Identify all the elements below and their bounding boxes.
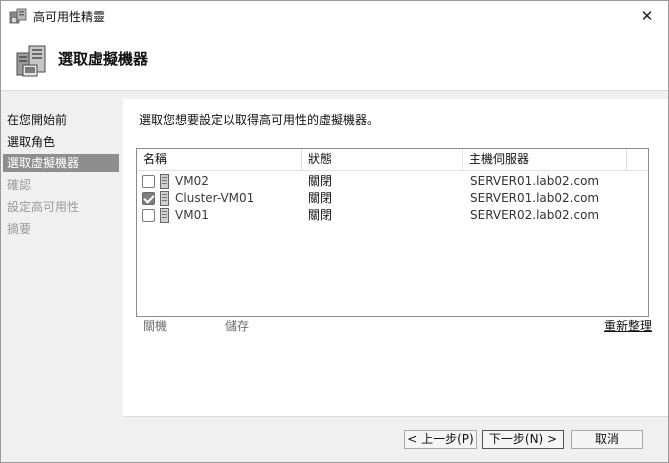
header-band: 選取虛擬機器 <box>1 31 668 91</box>
vm-state: 關閉 <box>308 191 333 205</box>
table-row[interactable]: Cluster-VM01 關閉 SERVER01.lab02.com <box>137 190 648 207</box>
page-title: 選取虛擬機器 <box>58 50 149 68</box>
vm-list: 名稱 狀態 主機伺服器 VM02 關閉 SERVER01.lab02.com C… <box>136 148 649 317</box>
column-header-state[interactable]: 狀態 <box>302 149 463 171</box>
column-header-name[interactable]: 名稱 <box>137 149 302 171</box>
nav-item-select-role[interactable]: 選取角色 <box>3 133 119 151</box>
row-checkbox[interactable] <box>142 209 155 222</box>
vm-icon <box>160 191 169 206</box>
vm-name: VM01 <box>175 208 209 222</box>
row-checkbox[interactable] <box>142 175 155 188</box>
title-bar: 高可用性精靈 ✕ <box>1 1 668 31</box>
vm-host: SERVER01.lab02.com <box>470 174 600 188</box>
server-cluster-icon <box>16 45 46 77</box>
nav-item-summary: 摘要 <box>7 222 32 236</box>
vm-state: 關閉 <box>308 208 333 222</box>
row-checkbox[interactable] <box>142 192 155 205</box>
nav-item-configure-ha: 設定高可用性 <box>7 200 80 214</box>
app-icon <box>9 8 27 24</box>
column-header-host[interactable]: 主機伺服器 <box>463 149 627 171</box>
cancel-button[interactable]: 取消 <box>571 430 643 449</box>
vm-state: 關閉 <box>308 174 333 188</box>
instruction-text: 選取您想要設定以取得高可用性的虛擬機器。 <box>139 113 380 127</box>
back-button[interactable]: < 上一步(P) <box>404 430 477 449</box>
vm-host: SERVER02.lab02.com <box>470 208 600 222</box>
next-button[interactable]: 下一步(N) > <box>482 430 564 449</box>
vm-name: VM02 <box>175 174 209 188</box>
wizard-window: 高可用性精靈 ✕ 選取虛擬機器 在您開始前 選取角色 選取虛擬機器 確認 設定高… <box>0 0 669 463</box>
table-row[interactable]: VM01 關閉 SERVER02.lab02.com <box>137 207 648 224</box>
nav-item-select-vms[interactable]: 選取虛擬機器 <box>3 154 119 172</box>
nav-item-confirmation: 確認 <box>7 178 32 192</box>
save-action: 儲存 <box>225 319 250 333</box>
footer-divider <box>123 416 668 417</box>
vm-host: SERVER01.lab02.com <box>470 191 600 205</box>
vm-icon <box>160 208 169 223</box>
nav-item-before-you-begin[interactable]: 在您開始前 <box>3 111 119 129</box>
window-title: 高可用性精靈 <box>33 10 106 24</box>
content-pane: 選取您想要設定以取得高可用性的虛擬機器。 名稱 狀態 主機伺服器 VM02 關閉… <box>123 99 668 416</box>
vm-icon <box>160 174 169 189</box>
refresh-link[interactable]: 重新整理 <box>604 317 652 334</box>
list-header: 名稱 狀態 主機伺服器 <box>137 149 648 171</box>
vm-name: Cluster-VM01 <box>175 191 255 205</box>
close-button[interactable]: ✕ <box>636 5 658 27</box>
wizard-steps-nav: 在您開始前 選取角色 選取虛擬機器 確認 設定高可用性 摘要 <box>1 99 123 461</box>
shutdown-action: 關機 <box>143 319 168 333</box>
table-row[interactable]: VM02 關閉 SERVER01.lab02.com <box>137 173 648 190</box>
